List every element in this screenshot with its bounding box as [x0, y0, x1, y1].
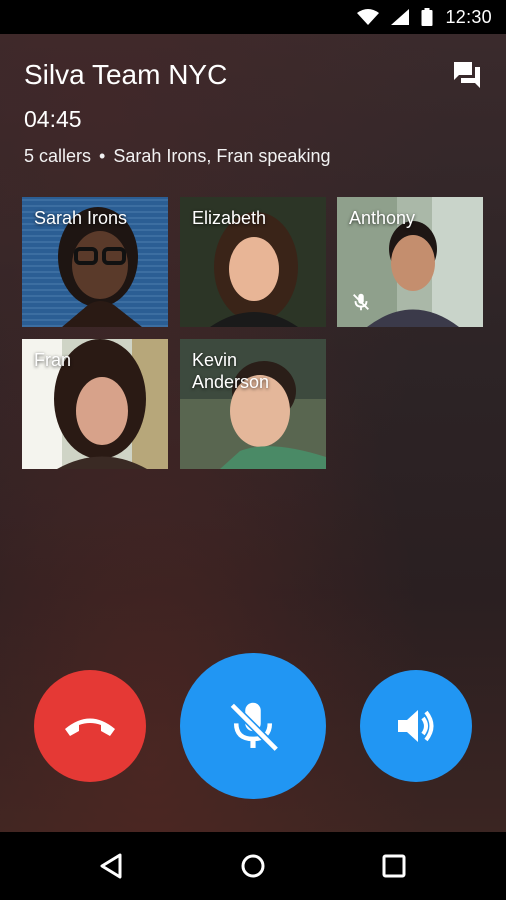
chat-button[interactable] — [452, 60, 482, 90]
mute-button[interactable] — [180, 653, 326, 799]
recents-button[interactable] — [378, 850, 410, 882]
status-bar: 12:30 — [0, 0, 506, 34]
participant-name: Fran — [34, 350, 72, 370]
separator-dot: • — [99, 146, 106, 166]
participant-tile[interactable]: Kevin Anderson — [180, 339, 326, 469]
participant-name: Kevin Anderson — [192, 350, 270, 392]
callers-count: 5 callers — [24, 146, 92, 166]
participant-name: Sarah Irons — [34, 208, 128, 228]
home-icon — [241, 854, 265, 878]
speaking-status: Sarah Irons, Fran speaking — [113, 146, 331, 166]
participant-name: Elizabeth — [192, 208, 267, 228]
status-time: 12:30 — [445, 6, 492, 27]
speaker-button[interactable] — [360, 670, 472, 782]
back-button[interactable] — [96, 850, 128, 882]
participant-name: Anthony — [349, 208, 416, 228]
phone-hangup-icon — [65, 718, 115, 736]
home-button[interactable] — [237, 850, 269, 882]
participant-muted-icon — [353, 293, 369, 311]
participant-tile[interactable]: Anthony — [337, 197, 483, 327]
back-icon — [100, 853, 122, 879]
participant-tile[interactable]: Fran — [22, 339, 168, 469]
call-screen: Silva Team NYC 04:45 5 callers • Sarah Iro… — [0, 34, 506, 832]
speaker-icon — [398, 710, 434, 742]
call-timer: 04:45 — [24, 106, 82, 132]
battery-icon — [421, 8, 433, 26]
callers-summary: 5 callers • Sarah Irons, Fran speaking — [24, 146, 330, 167]
recents-icon — [382, 854, 406, 878]
participant-tile[interactable]: Sarah Irons — [22, 197, 168, 327]
call-title: Silva Team NYC — [24, 59, 228, 90]
mic-off-icon — [229, 702, 279, 752]
chat-bubbles-icon — [454, 62, 480, 88]
wifi-icon — [357, 9, 380, 25]
navigation-bar — [0, 832, 506, 900]
cellular-signal-icon — [391, 9, 410, 25]
participant-tile[interactable]: Elizabeth — [180, 197, 326, 327]
end-call-button[interactable] — [34, 670, 146, 782]
